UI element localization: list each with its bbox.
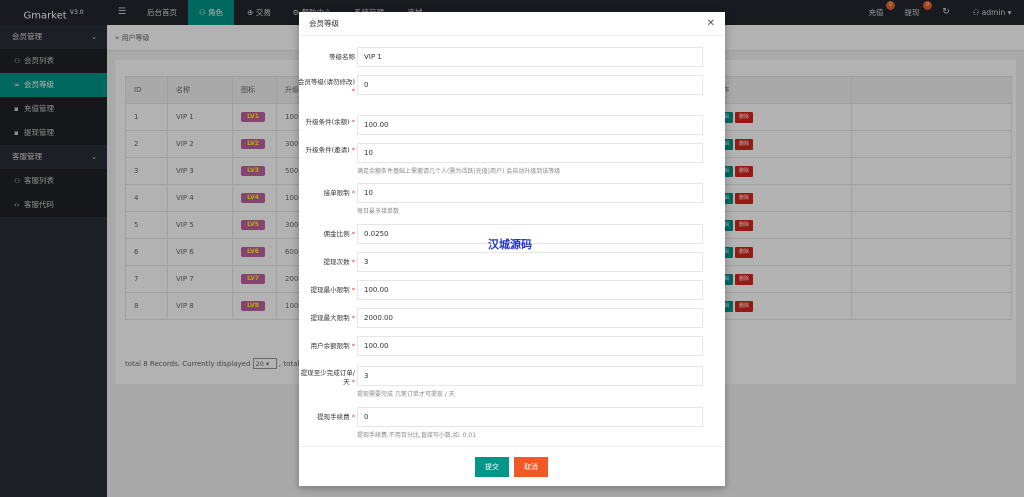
field-label: 等级名称 [295,53,355,62]
modal-title: 会员等级 [309,19,339,28]
field-label-text: 等级名称 [329,53,355,61]
field-label: 升级条件(邀请) * [295,146,355,155]
cancel-button[interactable]: 取消 [514,457,548,477]
required-marker: * [351,230,355,238]
field-help: 提现手续费,不用百分比,直接写小数,如: 0.01 [357,432,477,439]
field-input[interactable]: 3 [357,252,703,272]
field-label-text: 提现最小限制 [310,286,350,294]
field-help: 每日最多接单数 [357,208,400,215]
field-label-text: 会员等级(请勿修改) [297,78,355,86]
submit-button[interactable]: 提交 [475,457,509,477]
field-input[interactable]: 10 [357,183,703,203]
field-label-text: 用户余额限制 [310,342,350,350]
required-marker: * [351,146,355,154]
field-input[interactable]: 10 [357,143,703,163]
field-label: 用户余额限制 * [295,342,355,351]
field-label-text: 升级条件(邀请) [305,146,350,154]
required-marker: * [351,314,355,322]
field-label: 升级条件(余额) * [295,118,355,127]
field-help: 提现需要完成 几笔订单才可提现 / 天 [357,391,455,398]
required-marker: * [351,378,355,386]
required-marker: * [351,286,355,294]
required-marker: * [351,118,355,126]
field-input[interactable]: 100.00 [357,336,703,356]
field-input[interactable]: 100.00 [357,280,703,300]
field-label-text: 提现次数 [323,258,350,266]
field-input[interactable]: 0 [357,75,703,95]
field-label-text: 提现至少完成订单/天 [300,369,355,386]
required-marker: * [351,413,355,421]
watermark: 汉城源码 [488,238,532,251]
field-input[interactable]: VIP 1 [357,47,703,67]
modal-header: 会员等级 ✕ [299,12,725,36]
required-marker: * [351,342,355,350]
field-label: 提现次数 * [295,258,355,267]
required-marker: * [351,87,355,95]
field-input[interactable]: 2000.00 [357,308,703,328]
field-label: 提现手续费 * [295,413,355,422]
field-label-text: 佣金比例 [323,230,350,238]
field-label-text: 升级条件(余额) [305,118,350,126]
required-marker: * [351,258,355,266]
close-icon[interactable]: ✕ [707,12,715,36]
field-label: 接单限制 * [295,189,355,198]
field-label-text: 接单限制 [323,189,350,197]
field-input[interactable]: 100.00 [357,115,703,135]
field-label: 提现最小限制 * [295,286,355,295]
field-input[interactable]: 3 [357,366,703,386]
field-label-text: 提现最大限制 [310,314,350,322]
modal-footer: 提交 取消 [299,446,725,486]
field-help: 满足余额条件基础上需邀请几个人(需为活跃(充值)用户) 会自动升级到该等级 [357,168,561,175]
required-marker: * [351,189,355,197]
field-label: 提现至少完成订单/天 * [295,369,355,387]
field-label: 佣金比例 * [295,230,355,239]
field-label-text: 提现手续费 [317,413,350,421]
field-label: 会员等级(请勿修改) * [295,78,355,96]
field-label: 提现最大限制 * [295,314,355,323]
field-input[interactable]: 0 [357,407,703,427]
